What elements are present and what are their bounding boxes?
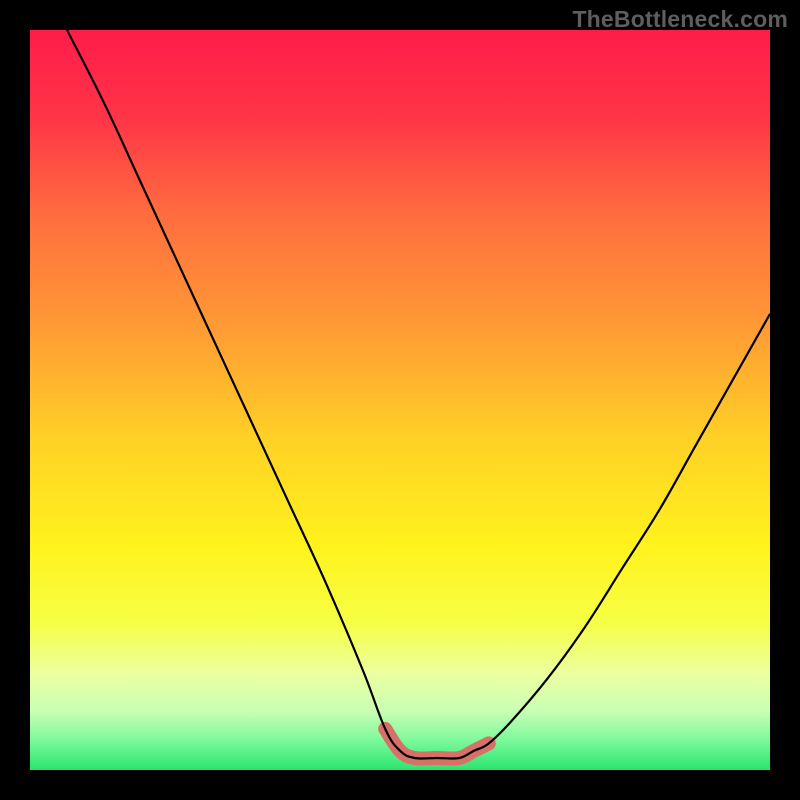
plot-area	[30, 30, 770, 770]
watermark-text: TheBottleneck.com	[572, 6, 788, 33]
optimal-range-band	[385, 729, 489, 759]
curve-layer	[30, 30, 770, 770]
chart-container: TheBottleneck.com	[0, 0, 800, 800]
bottleneck-curve	[67, 30, 770, 759]
